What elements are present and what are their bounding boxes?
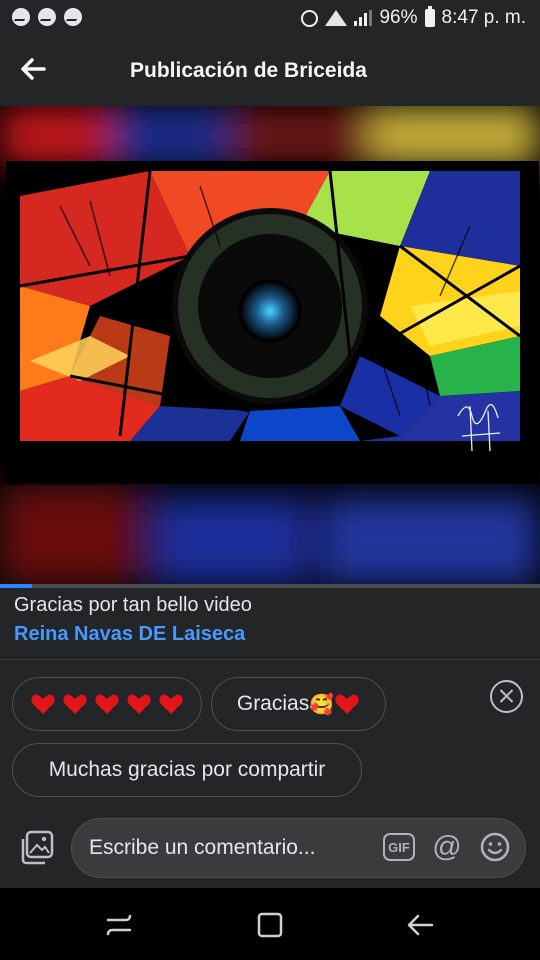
- comment-author-link[interactable]: Reina Navas DE Laiseca: [14, 623, 245, 646]
- heart-icon: [31, 694, 55, 714]
- system-nav-bar: [0, 888, 540, 960]
- gif-button[interactable]: GIF: [383, 833, 415, 861]
- back-arrow-icon: [407, 914, 434, 936]
- heart-icon: [127, 694, 151, 714]
- mention-button[interactable]: @: [431, 831, 463, 863]
- alarm-icon: [301, 9, 319, 27]
- quick-reply-hearts[interactable]: [12, 677, 202, 731]
- quick-reply-gracias-label: Gracias: [236, 692, 310, 715]
- app-header: Publicación de Briceida: [0, 38, 540, 106]
- messenger-icon: [12, 8, 30, 26]
- video-progress-bar[interactable]: [0, 584, 540, 588]
- arrow-left-icon: [21, 58, 46, 80]
- video-progress-fill: [0, 584, 33, 588]
- comment-composer: Escribe un comentario... GIF @: [0, 806, 540, 888]
- home-icon: [257, 912, 283, 938]
- post-video[interactable]: [0, 106, 540, 584]
- messenger-icon: [64, 8, 82, 26]
- heart-icon: [95, 694, 119, 714]
- status-bar: 96% 8:47 p. m.: [0, 0, 540, 38]
- page-title: Publicación de Briceida: [130, 59, 367, 82]
- comment-input[interactable]: Escribe un comentario... GIF @: [71, 818, 526, 878]
- clock: 8:47 p. m.: [441, 7, 527, 28]
- comment-text: Gracias por tan bello video: [14, 594, 252, 616]
- hearts-row: [30, 692, 184, 716]
- smile-icon: [480, 832, 510, 862]
- chat-bubble-icon: [38, 8, 56, 26]
- battery-icon: [424, 6, 435, 27]
- recent-apps-button[interactable]: [102, 908, 136, 942]
- heart-icon: [63, 694, 87, 714]
- home-button[interactable]: [253, 908, 287, 942]
- back-nav-button[interactable]: [404, 908, 438, 942]
- emoji-button[interactable]: [479, 831, 511, 863]
- battery-percent: 96%: [379, 7, 418, 28]
- heart-icon: [335, 694, 359, 714]
- smiling-face-hearts-icon: 🥰: [309, 693, 335, 716]
- quick-reply-muchas-gracias[interactable]: Muchas gracias por compartir: [12, 743, 362, 797]
- recent-apps-icon: [106, 914, 132, 936]
- signal-icon: [354, 10, 373, 26]
- quick-reply-muchas-gracias-label: Muchas gracias por compartir: [48, 758, 326, 781]
- back-button[interactable]: [18, 54, 54, 90]
- photo-button[interactable]: [18, 830, 54, 866]
- stained-glass-eye-image: [0, 106, 540, 584]
- photo-gallery-icon: [21, 830, 54, 865]
- wifi-icon: [325, 10, 348, 26]
- divider: [0, 659, 540, 660]
- quick-reply-gracias[interactable]: Gracias 🥰: [211, 677, 386, 731]
- heart-icon: [159, 694, 183, 714]
- comment-input-placeholder: Escribe un comentario...: [89, 836, 316, 859]
- close-quick-replies-button[interactable]: [490, 680, 523, 713]
